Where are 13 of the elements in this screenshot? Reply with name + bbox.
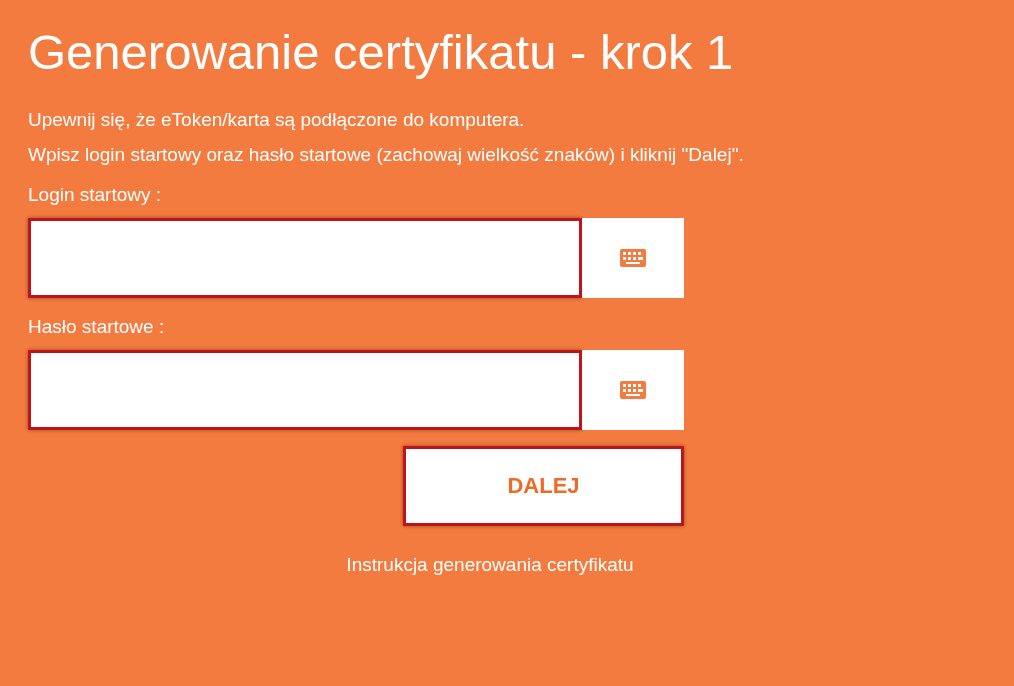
page-title: Generowanie certyfikatu - krok 1 [28, 24, 735, 81]
next-button[interactable]: DALEJ [403, 446, 684, 526]
field-label: Hasło startowe : [28, 315, 166, 339]
instruction-text: Wpisz login startowy oraz hasło startowe (zachowaj wielkość znaków) i kliknij "Dalej". [28, 143, 745, 167]
instruction-text: Upewnij się, że eToken/karta są podłączone do komputera. [28, 108, 526, 132]
keyboard-icon [620, 381, 646, 399]
input-field[interactable] [28, 218, 582, 298]
keyboard-icon [620, 249, 646, 267]
help-link[interactable]: Instrukcja generowania certyfikatu [346, 554, 634, 576]
field-label: Login startowy : [28, 183, 163, 207]
virtual-keyboard-button[interactable] [582, 218, 684, 298]
virtual-keyboard-button[interactable] [582, 350, 684, 430]
input-field[interactable] [28, 350, 582, 430]
